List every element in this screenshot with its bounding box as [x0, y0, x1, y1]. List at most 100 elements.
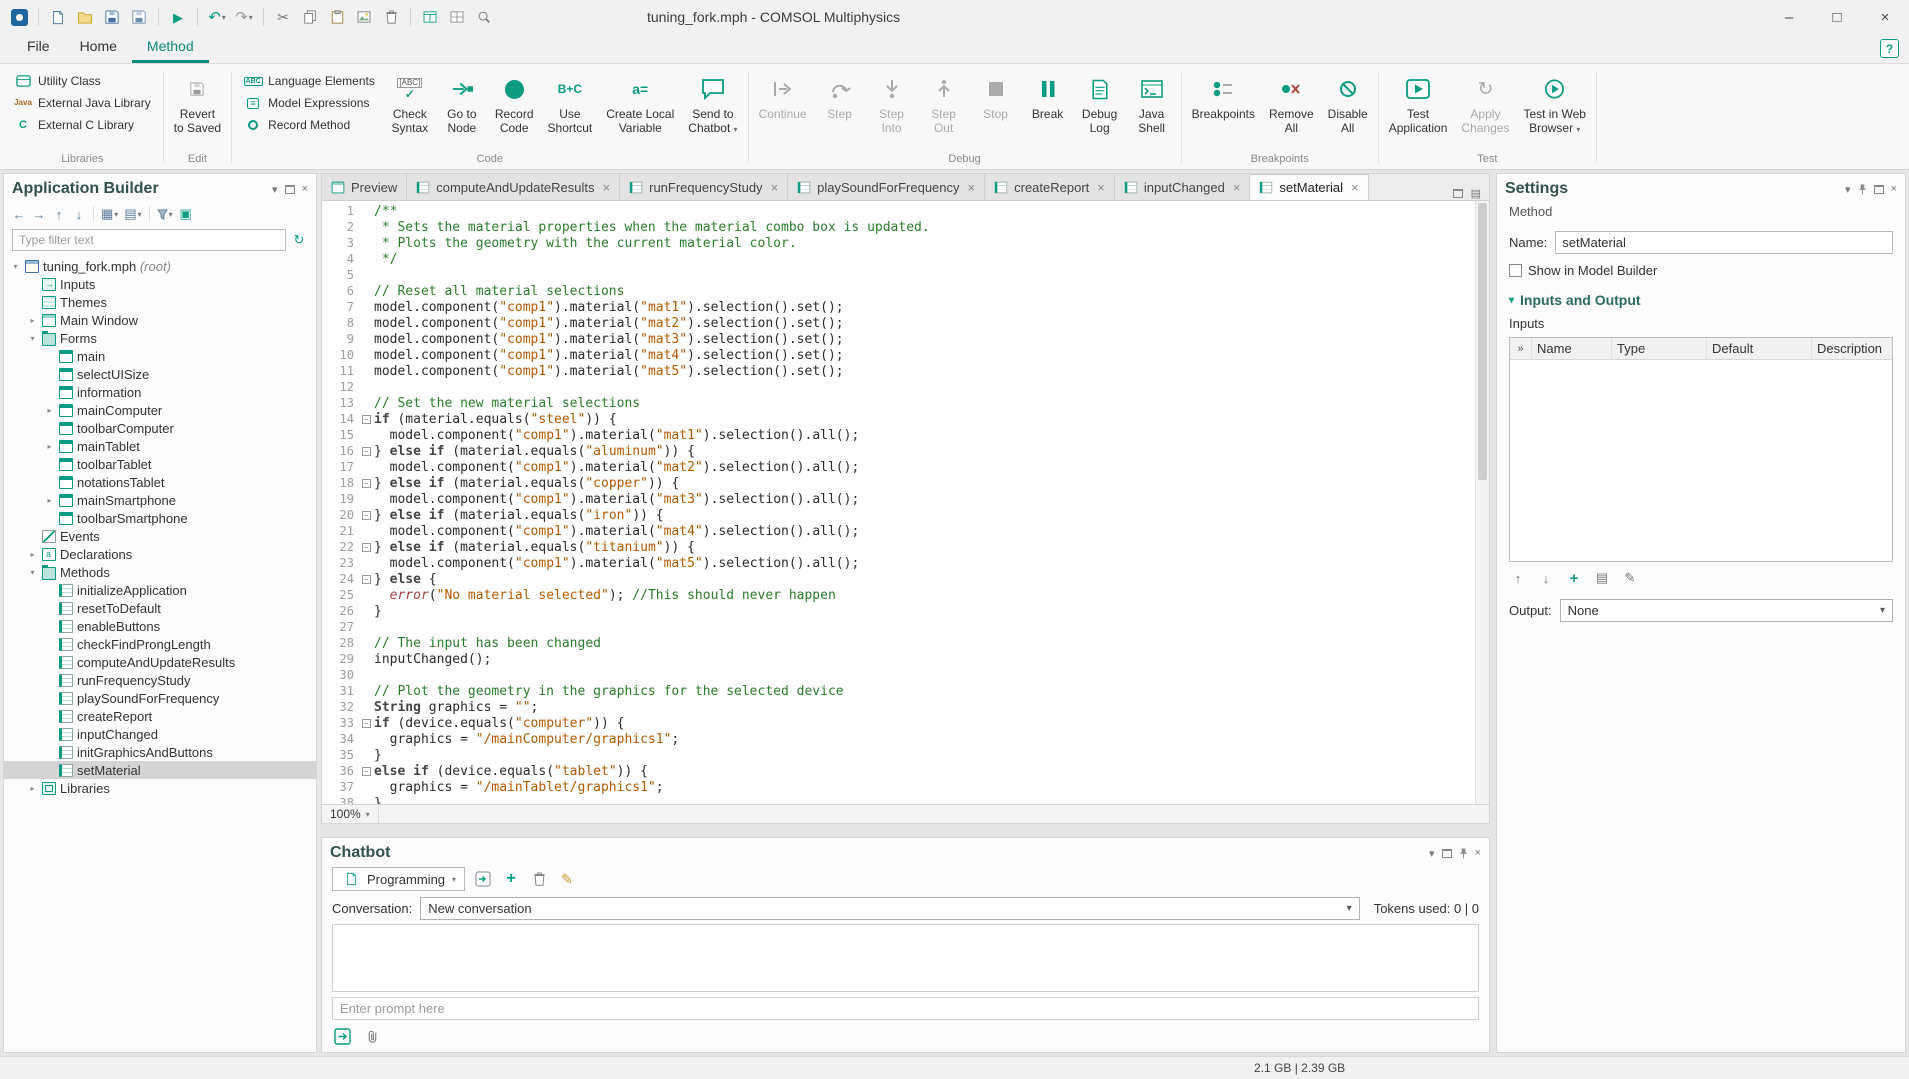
ribbon-button-record-method[interactable]: Record Method	[238, 116, 381, 134]
paste-button[interactable]	[324, 4, 350, 30]
splitter[interactable]	[321, 824, 1490, 837]
ribbon-button-use-shortcut[interactable]: B+CUse Shortcut	[542, 69, 599, 137]
close-tab-icon[interactable]: ×	[1097, 180, 1105, 195]
open-button[interactable]	[72, 4, 98, 30]
tree-item-events[interactable]: Events	[4, 527, 316, 545]
send-prompt-icon[interactable]	[332, 1026, 352, 1046]
ribbon-button-send-to-chatbot[interactable]: Send to Chatbot ▾	[682, 69, 743, 139]
search-button[interactable]	[471, 4, 497, 30]
refresh-icon[interactable]: ↻	[290, 230, 308, 250]
tree-item-declarations[interactable]: ▸Declarations	[4, 545, 316, 563]
preview-form-icon[interactable]: ▣	[177, 204, 195, 224]
tree-expander-icon[interactable]: ▾	[10, 262, 21, 271]
editor-tab-runfrequencystudy[interactable]: runFrequencyStudy×	[620, 174, 788, 200]
tree-item-tuning-fork-mph[interactable]: ▾tuning_fork.mph (root)	[4, 257, 316, 275]
tree-item-initializeapplication[interactable]: initializeApplication	[4, 581, 316, 599]
tree-item-checkfindpronglength[interactable]: checkFindProngLength	[4, 635, 316, 653]
ribbon-button-step-out[interactable]: Step Out	[919, 69, 969, 137]
scrollbar-thumb[interactable]	[1478, 203, 1487, 480]
tree-expander-icon[interactable]: ▸	[27, 550, 38, 559]
ribbon-button-apply-changes[interactable]: ↻Apply Changes	[1455, 69, 1515, 137]
ribbon-button-create-local-variable[interactable]: a=Create Local Variable	[600, 69, 680, 137]
add-input-icon[interactable]: +	[1565, 569, 1583, 587]
tree-item-setmaterial[interactable]: setMaterial	[4, 761, 316, 779]
save-as-button[interactable]	[126, 4, 152, 30]
windows-button[interactable]	[444, 4, 470, 30]
tree-item-enablebuttons[interactable]: enableButtons	[4, 617, 316, 635]
tree-item-runfrequencystudy[interactable]: runFrequencyStudy	[4, 671, 316, 689]
tree-expander-icon[interactable]: ▸	[44, 442, 55, 451]
fold-toggle-icon[interactable]: −	[358, 767, 374, 776]
ribbon-button-stop[interactable]: Stop	[971, 69, 1021, 123]
tree-item-libraries[interactable]: ▸Libraries	[4, 779, 316, 797]
editor-tab-playsoundforfrequency[interactable]: playSoundForFrequency×	[788, 174, 985, 200]
cut-button[interactable]: ✂	[270, 4, 296, 30]
fold-toggle-icon[interactable]: −	[358, 575, 374, 584]
column-header-type[interactable]: Type	[1612, 338, 1707, 359]
panel-close-icon[interactable]: ×	[1475, 847, 1481, 859]
tree-item-information[interactable]: information	[4, 383, 316, 401]
tree-expander-icon[interactable]: ▸	[27, 784, 38, 793]
back-icon[interactable]: ←	[10, 204, 28, 224]
new-button[interactable]	[45, 4, 71, 30]
ribbon-button-java-shell[interactable]: Java Shell	[1127, 69, 1177, 137]
panel-float-icon[interactable]	[285, 185, 295, 194]
column-header-default[interactable]: Default	[1707, 338, 1812, 359]
ribbon-button-external-java-library[interactable]: JavaExternal Java Library	[8, 94, 157, 112]
output-select[interactable]: None ▾	[1560, 599, 1893, 622]
tree-item-inputchanged[interactable]: inputChanged	[4, 725, 316, 743]
view-list-icon[interactable]: ▤▾	[122, 204, 143, 224]
tree-item-forms[interactable]: ▾Forms	[4, 329, 316, 347]
tree-item-maincomputer[interactable]: ▸mainComputer	[4, 401, 316, 419]
fold-toggle-icon[interactable]: −	[358, 719, 374, 728]
tree-item-createreport[interactable]: createReport	[4, 707, 316, 725]
zoom-control[interactable]: 100% ▾	[322, 805, 379, 823]
panel-float-icon[interactable]	[1874, 185, 1884, 194]
chat-history[interactable]	[332, 924, 1479, 992]
editor-tab-computeandupdateresults[interactable]: computeAndUpdateResults×	[407, 174, 620, 200]
tree-item-mainsmartphone[interactable]: ▸mainSmartphone	[4, 491, 316, 509]
minimize-button[interactable]: –	[1765, 0, 1813, 34]
comsol-logo-button[interactable]	[6, 4, 32, 30]
close-tab-icon[interactable]: ×	[1233, 180, 1241, 195]
tree-expander-icon[interactable]: ▸	[27, 316, 38, 325]
editor-menu-icon[interactable]: ▤	[1471, 187, 1481, 200]
panel-collapse-icon[interactable]: ▾	[1845, 183, 1851, 196]
tree-item-selectuisize[interactable]: selectUISize	[4, 365, 316, 383]
editor-horizontal-scrollbar[interactable]	[379, 805, 1489, 823]
help-button[interactable]: ?	[1880, 39, 1899, 58]
column-header-description[interactable]: Description	[1812, 338, 1892, 359]
delete-button[interactable]	[378, 4, 404, 30]
move-down-icon[interactable]: ↓	[1537, 569, 1555, 587]
copy-image-button[interactable]	[351, 4, 377, 30]
clear-conversation-icon[interactable]: ✎	[557, 869, 577, 889]
filter-input[interactable]	[12, 229, 286, 251]
tree-expander-icon[interactable]: ▸	[44, 496, 55, 505]
move-up-icon[interactable]: ↑	[1509, 569, 1527, 587]
tree-expander-icon[interactable]: ▾	[27, 334, 38, 343]
tree-item-computeandupdateresults[interactable]: computeAndUpdateResults	[4, 653, 316, 671]
inputs-output-section-header[interactable]: ▾ Inputs and Output	[1509, 282, 1893, 314]
maximize-button[interactable]: □	[1813, 0, 1861, 34]
tree-expander-icon[interactable]: ▸	[44, 406, 55, 415]
ribbon-button-revert-to-saved[interactable]: Revert to Saved	[168, 69, 227, 137]
close-tab-icon[interactable]: ×	[603, 180, 611, 195]
ribbon-button-debug-log[interactable]: Debug Log	[1075, 69, 1125, 137]
fold-toggle-icon[interactable]: −	[358, 543, 374, 552]
editor-tab-setmaterial[interactable]: setMaterial×	[1250, 174, 1368, 200]
ribbon-button-remove-all[interactable]: Remove All	[1263, 69, 1320, 137]
new-conversation-icon[interactable]: +	[501, 869, 521, 889]
ribbon-button-breakpoints[interactable]: Breakpoints	[1186, 69, 1261, 123]
fold-toggle-icon[interactable]: −	[358, 479, 374, 488]
show-in-model-builder-checkbox[interactable]	[1509, 264, 1522, 277]
load-from-table-icon[interactable]: ▤	[1593, 569, 1611, 587]
panel-close-icon[interactable]: ×	[1891, 183, 1897, 195]
ribbon-button-test-in-web-browser[interactable]: Test in Web Browser ▾	[1517, 69, 1591, 139]
ribbon-tab-home[interactable]: Home	[65, 32, 132, 63]
copy-button[interactable]	[297, 4, 323, 30]
save-button[interactable]	[99, 4, 125, 30]
ribbon-button-go-to-node[interactable]: Go to Node	[437, 69, 487, 137]
tree-item-resettodefault[interactable]: resetToDefault	[4, 599, 316, 617]
column-header-name[interactable]: Name	[1532, 338, 1612, 359]
conversation-select[interactable]: New conversation ▾	[420, 897, 1359, 920]
